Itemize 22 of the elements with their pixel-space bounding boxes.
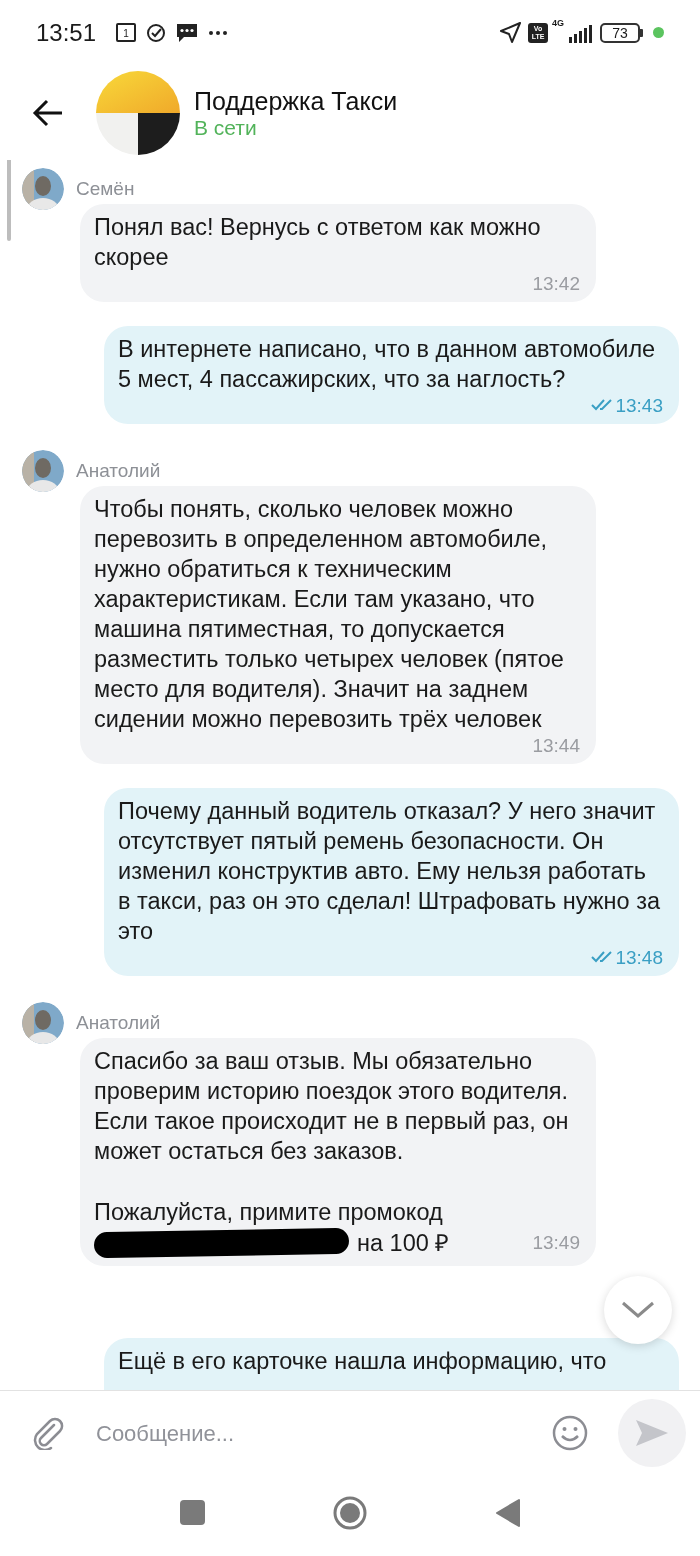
calendar-icon: 1 <box>116 23 137 42</box>
sender-name: Семён <box>76 176 135 201</box>
online-status: В сети <box>194 115 258 140</box>
message-text: Почему данный водитель отказал? У него значит отсутствует пятый ремень безопасности. Он изменил конструктив авто. Ему нельзя работать в такси, раз он это сделал! Штрафовать нужно за это <box>118 798 660 944</box>
clock: 13:51 <box>36 17 97 48</box>
message-input[interactable]: Сообщение... <box>96 1416 552 1450</box>
message-text: В интернете написано, что в данном автомобиле 5 мест, 4 пассажирских, что за наглость? <box>118 336 656 392</box>
message-text: Спасибо за ваш отзыв. Мы обязательно проверим историю поездок этого водителя. Если такое происходит не в первый раз, он может остаться без заказов. <box>94 1048 569 1164</box>
message-text: Пожалуйста, примите промокод <box>94 1199 443 1225</box>
message-text: на 100 ₽ <box>357 1228 450 1258</box>
message-time: 13:43 <box>615 393 663 418</box>
message-text: Понял вас! Вернусь с ответом как можно скорее <box>94 214 541 270</box>
battery-icon: 73 <box>600 22 643 43</box>
sender-name: Анатолий <box>76 458 161 483</box>
chat-title: Поддержка Такси <box>194 85 398 116</box>
message-time: 13:49 <box>532 1231 580 1255</box>
message-time: 13:44 <box>532 733 580 758</box>
message-time: 13:48 <box>615 945 663 970</box>
message-time: 13:42 <box>532 271 580 296</box>
message-text: Чтобы понять, сколько человек можно перевозить в определенном автомобиле, нужно обратиться к техническим характеристикам. Если там указано, что машина пятиместная, то допускается разместить только четырех человек (пятое место для водителя). Значит на заднем сидении можно перевозить трёх человек <box>94 496 564 732</box>
message-text: Ещё в его карточке нашла информацию, что <box>118 1348 607 1374</box>
sender-name: Анатолий <box>76 1010 161 1035</box>
